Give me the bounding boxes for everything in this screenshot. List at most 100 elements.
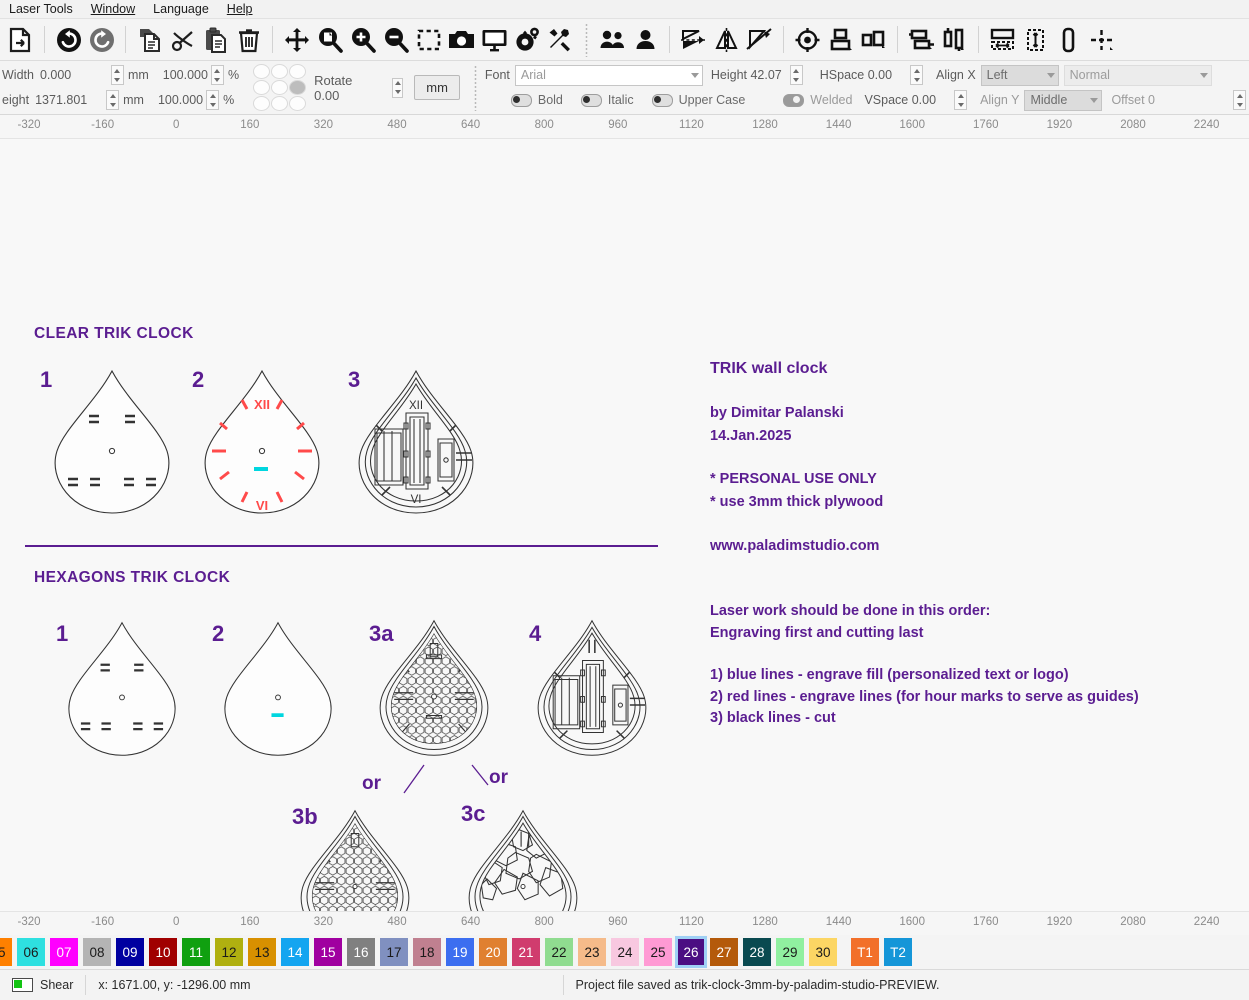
undo-icon[interactable] — [52, 23, 85, 57]
palette-swatch-14[interactable]: 14 — [281, 938, 309, 966]
text-height-stepper[interactable] — [789, 65, 803, 85]
palette-swatch-07[interactable]: 07 — [50, 938, 78, 966]
menu-window[interactable]: Window — [82, 0, 144, 18]
distribute-horizontal-icon[interactable] — [986, 23, 1019, 57]
palette-swatch-05[interactable]: 05 — [0, 938, 12, 966]
spread-icon[interactable] — [1085, 23, 1118, 57]
uppercase-toggle[interactable]: Upper Case — [651, 93, 764, 108]
scale-y-stepper[interactable] — [206, 90, 220, 110]
distribute-vertical-icon[interactable] — [1019, 23, 1052, 57]
marquee-select-icon[interactable] — [412, 23, 445, 57]
clock-drawing-2-1[interactable] — [60, 619, 184, 759]
palette-swatch-13[interactable]: 13 — [248, 938, 276, 966]
menu-laser-tools[interactable]: Laser Tools — [0, 0, 82, 18]
anchor-cell[interactable] — [271, 80, 289, 95]
flip-vertical-icon[interactable] — [710, 23, 743, 57]
palette-swatch-09[interactable]: 09 — [116, 938, 144, 966]
palette-swatch-T1[interactable]: T1 — [851, 938, 879, 966]
anchor-cell[interactable] — [253, 96, 271, 111]
width-value[interactable]: 0.000 — [40, 68, 108, 82]
ungroup-icon[interactable] — [629, 23, 662, 57]
clock-drawing-1-3[interactable]: XII VI — [352, 367, 480, 517]
align-top-icon[interactable] — [824, 23, 857, 57]
scale-y-value[interactable]: 100.000 — [158, 93, 203, 107]
palette-swatch-06[interactable]: 06 — [17, 938, 45, 966]
zoom-to-page-icon[interactable] — [313, 23, 346, 57]
hspace-label[interactable]: HSpace 0.00 — [820, 68, 892, 82]
palette-swatch-08[interactable]: 08 — [83, 938, 111, 966]
palette-swatch-17[interactable]: 17 — [380, 938, 408, 966]
cut-icon[interactable] — [166, 23, 199, 57]
vspace-label[interactable]: VSpace 0.00 — [864, 93, 936, 107]
gear-settings-icon[interactable] — [511, 23, 544, 57]
italic-toggle[interactable]: Italic — [580, 93, 652, 108]
anchor-cell[interactable] — [271, 64, 289, 79]
palette-swatch-30[interactable]: 30 — [809, 938, 837, 966]
palette-swatch-23[interactable]: 23 — [578, 938, 606, 966]
palette-swatch-27[interactable]: 27 — [710, 938, 738, 966]
anchor-cell[interactable] — [289, 96, 307, 111]
palette-swatch-18[interactable]: 18 — [413, 938, 441, 966]
anchor-point-selector[interactable] — [253, 64, 307, 111]
offset-stepper[interactable] — [1233, 90, 1246, 110]
delete-trash-icon[interactable] — [232, 23, 265, 57]
horizontal-ruler-top[interactable]: -320 -160 0 160 320 480 640 800 960 1120 1280 1440 1… — [0, 115, 1249, 139]
flip-horizontal-icon[interactable] — [677, 23, 710, 57]
offset-label[interactable]: Offset 0 — [1111, 93, 1155, 107]
align-right-icon[interactable] — [938, 23, 971, 57]
font-select[interactable]: Arial — [514, 64, 703, 86]
color-palette-bar[interactable]: 0506070809101112131415161718192021222324… — [0, 935, 1249, 969]
width-stepper[interactable] — [110, 65, 124, 85]
zoom-in-icon[interactable] — [346, 23, 379, 57]
menu-language[interactable]: Language — [144, 0, 218, 18]
wrench-tools-icon[interactable] — [544, 23, 577, 57]
design-canvas[interactable]: CLEAR TRIK CLOCK 1 2 3 XII VI XII VI HEX… — [0, 139, 1249, 911]
clock-drawing-2-2[interactable] — [216, 619, 340, 759]
welded-toggle[interactable]: Welded — [783, 93, 870, 108]
camera-icon[interactable] — [445, 23, 478, 57]
palette-swatch-24[interactable]: 24 — [611, 938, 639, 966]
text-style-select[interactable]: Normal — [1063, 64, 1212, 86]
move-pan-icon[interactable] — [280, 23, 313, 57]
size-match-icon[interactable] — [1052, 23, 1085, 57]
palette-swatch-11[interactable]: 11 — [182, 938, 210, 966]
anchor-cell[interactable] — [289, 64, 307, 79]
clock-drawing-2-3c[interactable] — [461, 807, 585, 911]
redo-icon[interactable] — [85, 23, 118, 57]
clock-drawing-1-2[interactable]: XII VI — [198, 367, 326, 517]
palette-swatch-16[interactable]: 16 — [347, 938, 375, 966]
height-value[interactable]: 1371.801 — [35, 93, 103, 107]
align-left-icon[interactable] — [905, 23, 938, 57]
bold-toggle[interactable]: Bold — [510, 93, 581, 108]
palette-swatch-10[interactable]: 10 — [149, 938, 177, 966]
palette-swatch-21[interactable]: 21 — [512, 938, 540, 966]
palette-swatch-15[interactable]: 15 — [314, 938, 342, 966]
monitor-icon[interactable] — [478, 23, 511, 57]
text-height-label[interactable]: Height 42.07 — [711, 68, 782, 82]
palette-swatch-22[interactable]: 22 — [545, 938, 573, 966]
import-file-icon[interactable] — [4, 23, 37, 57]
group-icon[interactable] — [596, 23, 629, 57]
vspace-stepper[interactable] — [954, 90, 968, 110]
clock-drawing-2-3b[interactable] — [293, 807, 417, 911]
align-x-select[interactable]: Left — [980, 64, 1059, 86]
anchor-cell[interactable] — [271, 96, 289, 111]
copy-icon[interactable] — [133, 23, 166, 57]
zoom-out-icon[interactable] — [379, 23, 412, 57]
palette-swatch-12[interactable]: 12 — [215, 938, 243, 966]
rotate-stepper[interactable] — [392, 77, 404, 98]
palette-swatch-25[interactable]: 25 — [644, 938, 672, 966]
scale-x-stepper[interactable] — [210, 65, 224, 85]
palette-swatch-28[interactable]: 28 — [743, 938, 771, 966]
palette-swatch-20[interactable]: 20 — [479, 938, 507, 966]
palette-swatch-T2[interactable]: T2 — [884, 938, 912, 966]
anchor-cell[interactable] — [253, 80, 271, 95]
center-target-icon[interactable] — [791, 23, 824, 57]
align-bottom-icon[interactable] — [857, 23, 890, 57]
height-stepper[interactable] — [106, 90, 120, 110]
scale-x-value[interactable]: 100.000 — [163, 68, 208, 82]
palette-swatch-19[interactable]: 19 — [446, 938, 474, 966]
paste-icon[interactable] — [199, 23, 232, 57]
shear-toggle[interactable]: Shear — [0, 970, 85, 1000]
palette-swatch-29[interactable]: 29 — [776, 938, 804, 966]
